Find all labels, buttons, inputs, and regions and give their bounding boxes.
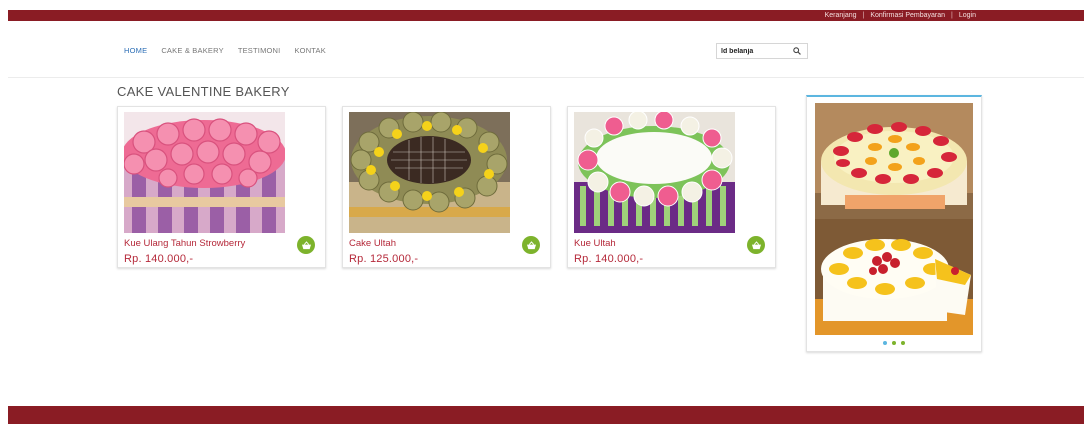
product-card[interactable]: Cake Ultah Rp. 125.000,- [342, 106, 551, 268]
product-image[interactable] [574, 112, 735, 233]
nav-item-testimoni[interactable]: TESTIMONI [238, 46, 281, 55]
slider-dot[interactable] [892, 341, 896, 345]
search-icon[interactable] [789, 44, 805, 58]
product-card[interactable]: Kue Ultah Rp. 140.000,- [567, 106, 776, 268]
search-input[interactable] [717, 44, 789, 58]
product-price: Rp. 140.000,- [124, 253, 194, 265]
slider-dot[interactable] [901, 341, 905, 345]
cart-link[interactable]: Keranjang [825, 12, 857, 19]
nav-item-kontak[interactable]: KONTAK [294, 46, 325, 55]
product-image[interactable] [124, 112, 285, 233]
add-to-cart-button[interactable] [297, 236, 315, 254]
nav-item-cake-bakery[interactable]: CAKE & BAKERY [161, 46, 224, 55]
slide-image[interactable] [815, 103, 973, 219]
add-to-cart-button[interactable] [522, 236, 540, 254]
separator: | [862, 12, 865, 19]
product-image[interactable] [349, 112, 510, 233]
main-nav: HOME CAKE & BAKERY TESTIMONI KONTAK [124, 46, 340, 55]
login-link[interactable]: Login [959, 12, 976, 19]
header-divider [8, 77, 1084, 78]
product-price: Rp. 125.000,- [349, 253, 419, 265]
top-links: Keranjang | Konfirmasi Pembayaran | Logi… [825, 10, 976, 21]
product-price: Rp. 140.000,- [574, 253, 644, 265]
product-card[interactable]: Kue Ulang Tahun Strowberry Rp. 140.000,- [117, 106, 326, 268]
section-title: CAKE VALENTINE BAKERY [117, 84, 290, 99]
slide-image[interactable] [815, 219, 973, 335]
top-bar: Keranjang | Konfirmasi Pembayaran | Logi… [8, 10, 1084, 21]
product-name[interactable]: Cake Ultah [349, 238, 396, 249]
slider-dot[interactable] [883, 341, 887, 345]
nav-item-home[interactable]: HOME [124, 46, 147, 55]
footer [8, 406, 1084, 424]
basket-icon [301, 240, 312, 250]
add-to-cart-button[interactable] [747, 236, 765, 254]
basket-icon [526, 240, 537, 250]
search-box [716, 43, 808, 59]
product-name[interactable]: Kue Ultah [574, 238, 616, 249]
payment-confirmation-link[interactable]: Konfirmasi Pembayaran [870, 12, 945, 19]
image-slider[interactable] [806, 95, 982, 352]
separator: | [951, 12, 953, 19]
product-name[interactable]: Kue Ulang Tahun Strowberry [124, 238, 245, 249]
basket-icon [751, 240, 762, 250]
slider-dots [807, 341, 981, 345]
